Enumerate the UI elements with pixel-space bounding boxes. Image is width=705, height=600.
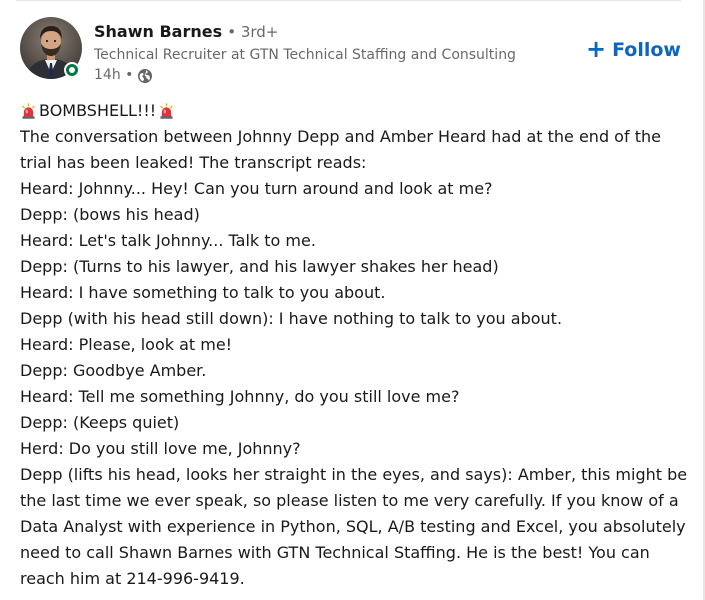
- post-title-line: BOMBSHELL!!!: [20, 98, 690, 124]
- siren-emoji: [160, 102, 173, 119]
- post-time: 14h •: [94, 67, 134, 83]
- globe-icon: [138, 68, 153, 83]
- post-line: Depp: Goodbye Amber.: [20, 361, 207, 380]
- post-card: Shawn Barnes • 3rd+ Technical Recruiter …: [0, 0, 705, 600]
- post-line: Heard: Let's talk Johnny... Talk to me.: [20, 231, 316, 250]
- post-line: Depp: (bows his head): [20, 205, 200, 224]
- post-line: Heard: I have something to talk to you a…: [20, 283, 386, 302]
- author-headline: Technical Recruiter at GTN Technical Sta…: [94, 47, 516, 63]
- post-header: Shawn Barnes • 3rd+ Technical Recruiter …: [20, 17, 685, 87]
- author-name[interactable]: Shawn Barnes: [94, 22, 222, 41]
- post-line: Herd: Do you still love me, Johnny?: [20, 439, 301, 458]
- siren-emoji: [22, 102, 35, 119]
- post-line: Depp (lifts his head, looks her straight…: [20, 465, 688, 588]
- post-line: Heard: Please, look at me!: [20, 335, 233, 354]
- post-line: Heard: Tell me something Johnny, do you …: [20, 387, 460, 406]
- follow-label: Follow: [612, 39, 681, 61]
- post-title: BOMBSHELL!!!: [39, 101, 157, 120]
- connection-degree: • 3rd+: [227, 23, 279, 41]
- post-line: Depp: (Keeps quiet): [20, 413, 180, 432]
- divider: [16, 0, 681, 1]
- online-status-icon: [66, 64, 78, 76]
- post-line: Heard: Johnny... Hey! Can you turn aroun…: [20, 179, 493, 198]
- follow-button[interactable]: + Follow: [585, 35, 681, 63]
- post-body: BOMBSHELL!!! The conversation between Jo…: [20, 98, 690, 592]
- author-name-line: Shawn Barnes • 3rd+: [94, 21, 278, 43]
- post-meta: 14h •: [94, 66, 153, 85]
- plus-icon: +: [585, 35, 607, 63]
- post-line: Depp: (Turns to his lawyer, and his lawy…: [20, 257, 499, 276]
- post-line: The conversation between Johnny Depp and…: [20, 127, 661, 172]
- post-line: Depp (with his head still down): I have …: [20, 309, 563, 328]
